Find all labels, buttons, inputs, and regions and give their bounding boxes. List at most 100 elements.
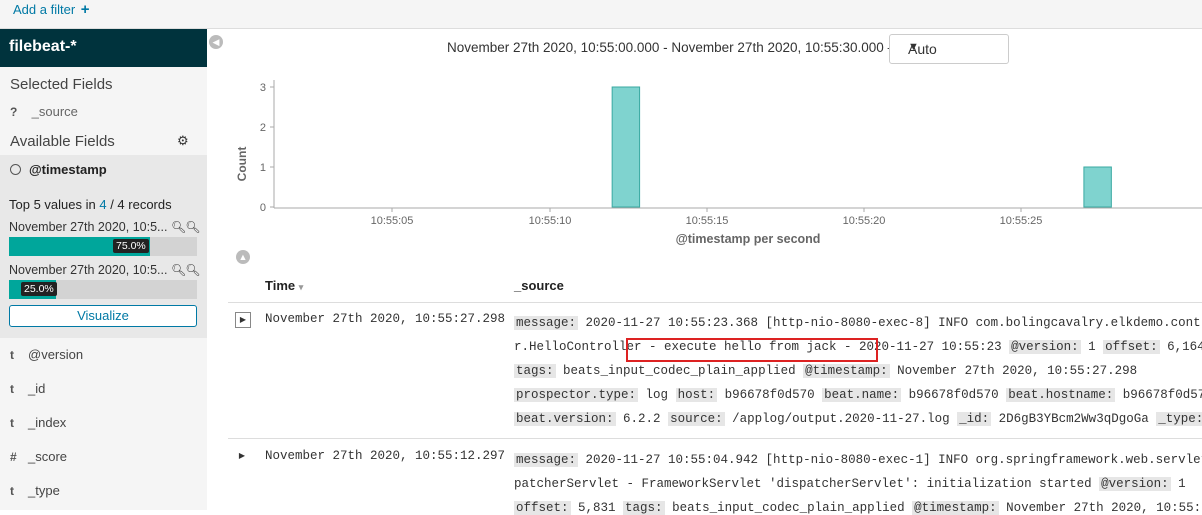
add-filter-link[interactable]: Add a filter + [13, 1, 90, 18]
collapse-chart-icon[interactable]: ▲ [236, 250, 250, 264]
source-field-key: beat.name: [822, 388, 902, 402]
string-type-icon: t [10, 348, 14, 362]
source-field-value: 1 [1178, 477, 1186, 491]
source-field-key: prospector.type: [514, 388, 639, 402]
string-type-icon: t [10, 484, 14, 498]
filter-magnifier-icons[interactable]: 🔍︎🔍︎ [171, 220, 200, 234]
sort-desc-icon[interactable]: ▾ [299, 282, 304, 292]
time-column-header[interactable]: Time ▾ [265, 278, 303, 293]
source-field-value: patcherServlet - FrameworkServlet 'dispa… [514, 477, 1100, 491]
source-field-value: 5,831 [578, 501, 624, 515]
field-row-score[interactable]: # _score [10, 449, 67, 464]
top-value-label: November 27th 2020, 10:5... [9, 220, 168, 234]
x-tick-label: 10:55:15 [686, 215, 729, 227]
source-field-key: @version: [1009, 340, 1081, 354]
source-line: prospector.type: log host: b96678f0d570 … [514, 388, 1202, 402]
top-value-bar: 25.0% [9, 280, 197, 299]
field-name[interactable]: @version [28, 347, 83, 362]
x-axis-label: @timestamp per second [676, 232, 821, 246]
field-name[interactable]: _type [28, 483, 60, 498]
selected-fields-title: Selected Fields [10, 76, 113, 93]
source-field-value: 2020-11-27 10:55:23.368 [http-nio-8080-e… [585, 316, 1202, 330]
top5-suffix: / 4 records [106, 197, 172, 212]
source-field-value: November 27th 2020, 10:55:12.297 [1006, 501, 1202, 515]
top5-count-link[interactable]: 4 [99, 197, 106, 212]
source-field-value: b96678f0d570 [1122, 388, 1202, 402]
visualize-button[interactable]: Visualize [9, 305, 197, 327]
y-tick-label: 0 [260, 202, 266, 214]
field-row-id[interactable]: t _id [10, 381, 45, 396]
plus-icon[interactable]: + [81, 1, 90, 18]
source-field-value: November 27th 2020, 10:55:27.298 [897, 364, 1138, 378]
unknown-type-icon: ? [10, 105, 18, 119]
field-row-index[interactable]: t _index [10, 415, 66, 430]
field-row-type[interactable]: t _type [10, 483, 60, 498]
source-field-key: offset: [1103, 340, 1160, 354]
source-field-value: b96678f0d570 [724, 388, 823, 402]
source-field-key: offset: [514, 501, 571, 515]
field-name[interactable]: _index [28, 415, 66, 430]
source-line: patcherServlet - FrameworkServlet 'dispa… [514, 477, 1186, 491]
histogram-bar[interactable] [611, 86, 641, 208]
source-field-key: beat.version: [514, 412, 616, 426]
number-type-icon: # [10, 450, 17, 464]
x-tick-label: 10:55:25 [1000, 215, 1043, 227]
y-tick-label: 3 [260, 82, 266, 94]
chevron-down-icon: ▼ [908, 41, 919, 53]
source-field-value: 2020-11-27 10:55:04.942 [http-nio-8080-e… [585, 453, 1202, 467]
available-fields-title: Available Fields [10, 133, 115, 150]
y-axis-label: Count [235, 147, 249, 182]
histogram-chart: Count 0 1 2 3 10:55:05 10:55:10 10:55:15 10:55… [235, 80, 1202, 246]
string-type-icon: t [10, 382, 14, 396]
x-tick-label: 10:55:10 [529, 215, 572, 227]
source-line: tags: beats_input_codec_plain_applied @t… [514, 364, 1137, 378]
source-line: message: 2020-11-27 10:55:23.368 [http-n… [514, 316, 1202, 330]
field-name[interactable]: _score [28, 449, 67, 464]
string-type-icon: t [10, 416, 14, 430]
histogram-bar[interactable] [1083, 166, 1112, 208]
source-field-value: beats_input_codec_plain_applied [672, 501, 913, 515]
source-field-value: 6,164 [1167, 340, 1202, 354]
field-name[interactable]: @timestamp [29, 162, 107, 177]
field-name[interactable]: _source [32, 104, 78, 119]
time-range-label: November 27th 2020, 10:55:00.000 - Novem… [447, 40, 902, 55]
clock-icon [10, 164, 21, 175]
field-row-version[interactable]: t @version [10, 347, 83, 362]
field-row-source[interactable]: ? _source [10, 104, 78, 119]
field-name[interactable]: _id [28, 381, 45, 396]
top5-prefix: Top 5 values in [9, 197, 100, 212]
top5-summary: Top 5 values in 4 / 4 records [9, 197, 172, 212]
source-field-value: /applog/output.2020-11-27.log [732, 412, 958, 426]
source-field-key: tags: [623, 501, 665, 515]
source-field-key: _id: [957, 412, 992, 426]
x-tick-label: 10:55:05 [371, 215, 414, 227]
doc-table-header [228, 272, 1202, 303]
source-field-value: log [645, 388, 676, 402]
filter-magnifier-icons[interactable]: 🔍︎🔍︎ [171, 263, 200, 277]
collapse-sidebar-icon[interactable]: ◀ [209, 35, 223, 49]
y-tick-label: 1 [260, 162, 266, 174]
gear-icon[interactable]: ⚙ [177, 133, 189, 149]
source-field-value: 1 [1088, 340, 1104, 354]
expand-row-icon[interactable]: ▶ [235, 449, 249, 463]
top-value-label: November 27th 2020, 10:5... [9, 263, 168, 277]
highlight-box [626, 338, 878, 362]
field-row-timestamp[interactable]: @timestamp [10, 162, 107, 177]
add-filter-label[interactable]: Add a filter [13, 2, 75, 17]
row-time: November 27th 2020, 10:55:12.297 [265, 449, 506, 463]
source-field-key: message: [514, 316, 579, 330]
filter-bar [0, 0, 1202, 29]
interval-select[interactable]: Auto ▼ [889, 34, 1009, 64]
x-tick-label: 10:55:20 [843, 215, 886, 227]
top-value-percent: 25.0% [21, 282, 57, 296]
top-value-bar: 75.0% [9, 237, 197, 256]
expand-row-icon[interactable]: ▶ [235, 312, 251, 328]
y-tick-label: 2 [260, 122, 266, 134]
source-field-key: _type: [1156, 412, 1202, 426]
source-field-key: beat.hostname: [1006, 388, 1116, 402]
time-column-label[interactable]: Time [265, 278, 295, 293]
source-field-value: b96678f0d570 [908, 388, 1007, 402]
source-field-key: host: [675, 388, 718, 402]
source-field-key: message: [514, 453, 579, 467]
index-pattern-title[interactable]: filebeat-* [9, 38, 77, 56]
